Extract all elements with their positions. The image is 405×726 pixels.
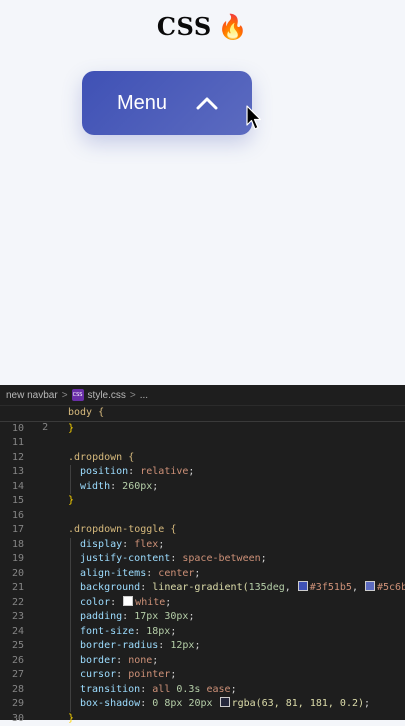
- code-line[interactable]: 28 transition: all 0.3s ease;: [0, 683, 405, 698]
- code-text: color: white;: [80, 596, 171, 611]
- code-text: box-shadow: 0 8px 20px rgba(63, 81, 181,…: [80, 697, 370, 712]
- fire-emoji-icon: 🔥: [218, 12, 248, 41]
- color-swatch[interactable]: [365, 581, 375, 591]
- code-text: font-size: 18px;: [80, 625, 176, 640]
- line-number: 15: [0, 494, 24, 509]
- breadcrumb-chevron-icon: >: [130, 390, 136, 401]
- code-text: padding: 17px 30px;: [80, 610, 194, 625]
- line-number: 13: [0, 465, 24, 480]
- line-number: 21: [0, 581, 24, 596]
- color-swatch[interactable]: [298, 581, 308, 591]
- code-text: cursor: pointer;: [80, 668, 176, 683]
- code-text: align-items: center;: [80, 567, 200, 582]
- line-number: 28: [0, 683, 24, 698]
- menu-dropdown-toggle[interactable]: Menu: [82, 71, 252, 135]
- code-line[interactable]: 21 background: linear-gradient(135deg, #3…: [0, 581, 405, 596]
- breadcrumb-chevron-icon: >: [62, 390, 68, 401]
- chevron-up-icon: [196, 96, 218, 110]
- code-line[interactable]: 29 box-shadow: 0 8px 20px rgba(63, 81, 18…: [0, 697, 405, 712]
- line-number: 22: [0, 596, 24, 611]
- code-line[interactable]: 25 border-radius: 12px;: [0, 639, 405, 654]
- code-line[interactable]: 24 font-size: 18px;: [0, 625, 405, 640]
- code-line[interactable]: 14 width: 260px;: [0, 480, 405, 495]
- css-file-icon: CSS: [72, 389, 84, 401]
- title-text: CSS: [157, 12, 212, 41]
- breadcrumb-folder[interactable]: new navbar: [6, 390, 58, 401]
- color-swatch[interactable]: [123, 596, 133, 606]
- code-editor: new navbar > CSS style.css > ... 2body {…: [0, 385, 405, 720]
- code-text: transition: all 0.3s ease;: [80, 683, 237, 698]
- code-line[interactable]: 19 justify-content: space-between;: [0, 552, 405, 567]
- code-text: position: relative;: [80, 465, 194, 480]
- breadcrumb-file[interactable]: style.css: [88, 390, 126, 401]
- line-number: 24: [0, 625, 24, 640]
- code-line[interactable]: 12 .dropdown {: [0, 451, 405, 466]
- line-number: 16: [0, 509, 24, 524]
- code-line[interactable]: 11: [0, 436, 405, 451]
- code-line[interactable]: 13 position: relative;: [0, 465, 405, 480]
- line-number: 17: [0, 523, 24, 538]
- line-number: 12: [0, 451, 24, 466]
- line-number: 27: [0, 668, 24, 683]
- code-line[interactable]: 10}: [0, 422, 405, 437]
- line-number: 10: [0, 422, 24, 437]
- page-title: CSS🔥: [0, 12, 405, 41]
- code-text: border: none;: [80, 654, 158, 669]
- sticky-scroll-line[interactable]: 2body {: [0, 406, 405, 422]
- line-number: 23: [0, 610, 24, 625]
- line-number: 29: [0, 697, 24, 712]
- line-number: 30: [0, 712, 24, 726]
- code-text: body {: [68, 406, 104, 421]
- code-text: background: linear-gradient(135deg, #3f5…: [80, 581, 405, 596]
- breadcrumb-more[interactable]: ...: [140, 390, 148, 401]
- code-line[interactable]: 26 border: none;: [0, 654, 405, 669]
- color-swatch[interactable]: [220, 697, 230, 707]
- code-line[interactable]: 15}: [0, 494, 405, 509]
- line-number: 14: [0, 480, 24, 495]
- line-number: 11: [0, 436, 24, 451]
- code-line[interactable]: 23 padding: 17px 30px;: [0, 610, 405, 625]
- breadcrumb: new navbar > CSS style.css > ...: [0, 385, 405, 406]
- line-number: 19: [0, 552, 24, 567]
- line-number: 20: [0, 567, 24, 582]
- code-text: justify-content: space-between;: [80, 552, 267, 567]
- code-line[interactable]: 18 display: flex;: [0, 538, 405, 553]
- code-text: width: 260px;: [80, 480, 158, 495]
- code-line[interactable]: 20 align-items: center;: [0, 567, 405, 582]
- code-lines[interactable]: 10} 11 12 .dropdown { 13 position: relativ…: [0, 422, 405, 726]
- code-line[interactable]: 30}: [0, 712, 405, 726]
- line-number: 18: [0, 538, 24, 553]
- code-text: border-radius: 12px;: [80, 639, 200, 654]
- code-line[interactable]: 27 cursor: pointer;: [0, 668, 405, 683]
- line-number: 26: [0, 654, 24, 669]
- code-text: }: [68, 712, 74, 726]
- code-line[interactable]: 22 color: white;: [0, 596, 405, 611]
- line-number: 25: [0, 639, 24, 654]
- menu-label: Menu: [117, 92, 167, 115]
- code-text: }: [68, 494, 74, 509]
- code-text: .dropdown-toggle {: [68, 523, 176, 538]
- code-line[interactable]: 17 .dropdown-toggle {: [0, 523, 405, 538]
- code-text: display: flex;: [80, 538, 164, 553]
- mouse-pointer-icon: [246, 105, 262, 131]
- code-text: }: [68, 422, 74, 437]
- code-text: .dropdown {: [68, 451, 134, 466]
- code-line[interactable]: 16: [0, 509, 405, 524]
- preview-area: CSS🔥 Menu: [0, 0, 405, 385]
